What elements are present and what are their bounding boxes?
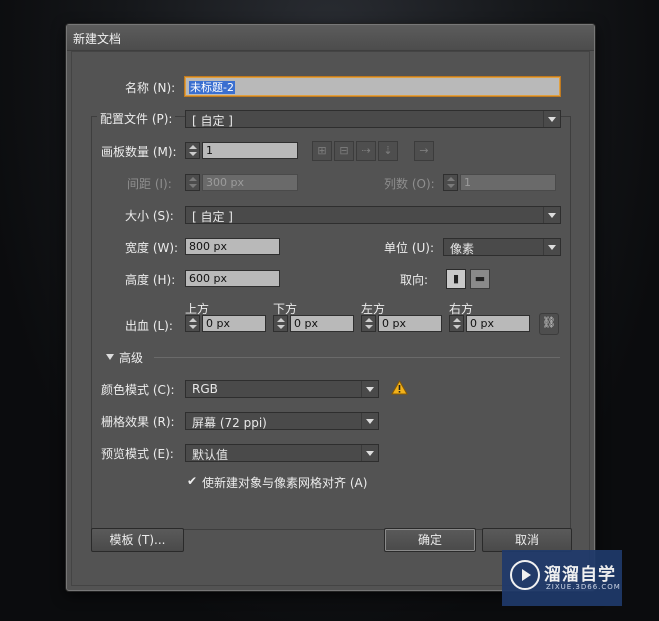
new-document-dialog: 新建文档 名称 (N): 未标题-2 配置文件 (P): [ 自定 ] 画板数量… bbox=[66, 24, 595, 591]
height-field[interactable]: 600 px bbox=[185, 270, 280, 287]
orientation-label: 取向: bbox=[400, 273, 429, 287]
templates-button[interactable]: 模板 (T)... bbox=[91, 528, 184, 552]
artboards-stepper[interactable] bbox=[185, 142, 200, 159]
size-dropdown[interactable]: [ 自定 ] bbox=[185, 206, 561, 224]
columns-field[interactable]: 1 bbox=[460, 174, 556, 191]
play-logo-icon bbox=[510, 560, 540, 590]
cancel-button[interactable]: 取消 bbox=[482, 528, 572, 552]
bleed-bottom-stepper[interactable] bbox=[273, 315, 288, 332]
name-value: 未标题-2 bbox=[189, 81, 235, 94]
bleed-bottom-field[interactable]: 0 px bbox=[290, 315, 354, 332]
landscape-orientation-icon[interactable]: ▬ bbox=[470, 269, 490, 289]
width-field[interactable]: 800 px bbox=[185, 238, 280, 255]
spacing-label: 间距 (I): bbox=[127, 177, 172, 191]
units-dropdown[interactable]: 像素 bbox=[443, 238, 561, 256]
width-label: 宽度 (W): bbox=[125, 241, 179, 255]
arrange-by-column-icon[interactable]: ⇣ bbox=[378, 141, 398, 161]
chevron-down-icon bbox=[543, 239, 560, 255]
site-watermark: 溜溜自学 ZIXUE.3D66.COM bbox=[502, 550, 622, 606]
dialog-body: 名称 (N): 未标题-2 配置文件 (P): [ 自定 ] 画板数量 (M):… bbox=[71, 51, 590, 586]
chevron-down-icon bbox=[361, 445, 378, 461]
color-mode-dropdown[interactable]: RGB bbox=[185, 380, 379, 398]
artboards-label: 画板数量 (M): bbox=[101, 145, 177, 159]
name-label: 名称 (N): bbox=[125, 81, 176, 95]
profile-value: [ 自定 ] bbox=[192, 114, 233, 128]
artboards-field[interactable]: 1 bbox=[202, 142, 298, 159]
warning-icon bbox=[391, 380, 408, 395]
preview-mode-value: 默认值 bbox=[192, 448, 229, 462]
bleed-right-field[interactable]: 0 px bbox=[466, 315, 530, 332]
ok-button[interactable]: 确定 bbox=[384, 528, 476, 552]
size-value: [ 自定 ] bbox=[192, 210, 233, 224]
arrange-by-row-icon[interactable]: ⇢ bbox=[356, 141, 376, 161]
watermark-title: 溜溜自学 bbox=[544, 565, 616, 585]
title-bar[interactable]: 新建文档 bbox=[67, 25, 594, 51]
chevron-down-icon bbox=[361, 381, 378, 397]
grid-by-column-icon[interactable]: ⊟ bbox=[334, 141, 354, 161]
units-label: 单位 (U): bbox=[384, 241, 435, 255]
preview-mode-label: 预览模式 (E): bbox=[101, 447, 174, 461]
height-label: 高度 (H): bbox=[125, 273, 176, 287]
color-mode-value: RGB bbox=[192, 382, 218, 396]
preview-mode-dropdown[interactable]: 默认值 bbox=[185, 444, 379, 462]
bleed-label: 出血 (L): bbox=[125, 319, 173, 333]
raster-effects-label: 栅格效果 (R): bbox=[101, 415, 175, 429]
bleed-left-field[interactable]: 0 px bbox=[378, 315, 442, 332]
columns-label: 列数 (O): bbox=[384, 177, 435, 191]
align-to-pixel-grid-label[interactable]: 使新建对象与像素网格对齐 (A) bbox=[202, 474, 367, 491]
profile-label: 配置文件 (P): bbox=[97, 110, 176, 127]
chevron-down-icon bbox=[543, 207, 560, 223]
grid-by-row-icon[interactable]: ⊞ bbox=[312, 141, 332, 161]
chevron-down-icon bbox=[543, 111, 560, 127]
dialog-title: 新建文档 bbox=[73, 32, 122, 46]
chevron-down-icon bbox=[361, 413, 378, 429]
advanced-divider bbox=[154, 357, 560, 358]
size-label: 大小 (S): bbox=[125, 209, 174, 223]
units-value: 像素 bbox=[450, 242, 475, 256]
bleed-top-field[interactable]: 0 px bbox=[202, 315, 266, 332]
bleed-right-stepper[interactable] bbox=[449, 315, 464, 332]
name-field[interactable]: 未标题-2 bbox=[185, 77, 560, 96]
columns-stepper[interactable] bbox=[443, 174, 458, 191]
bleed-left-stepper[interactable] bbox=[361, 315, 376, 332]
spacing-field[interactable]: 300 px bbox=[202, 174, 298, 191]
align-to-pixel-grid-checkbox[interactable]: ✔ bbox=[187, 475, 199, 487]
advanced-label[interactable]: 高级 bbox=[119, 349, 143, 366]
link-chain-icon[interactable]: ⛓ bbox=[539, 313, 559, 335]
layout-direction-icon[interactable]: → bbox=[414, 141, 434, 161]
portrait-orientation-icon[interactable]: ▮ bbox=[446, 269, 466, 289]
raster-effects-dropdown[interactable]: 屏幕 (72 ppi) bbox=[185, 412, 379, 430]
raster-effects-value: 屏幕 (72 ppi) bbox=[192, 416, 267, 430]
profile-dropdown[interactable]: [ 自定 ] bbox=[185, 110, 561, 128]
watermark-subtitle: ZIXUE.3D66.COM bbox=[546, 583, 621, 591]
bleed-top-stepper[interactable] bbox=[185, 315, 200, 332]
color-mode-label: 颜色模式 (C): bbox=[101, 383, 175, 397]
spacing-stepper[interactable] bbox=[185, 174, 200, 191]
disclosure-triangle-icon[interactable] bbox=[106, 354, 114, 360]
